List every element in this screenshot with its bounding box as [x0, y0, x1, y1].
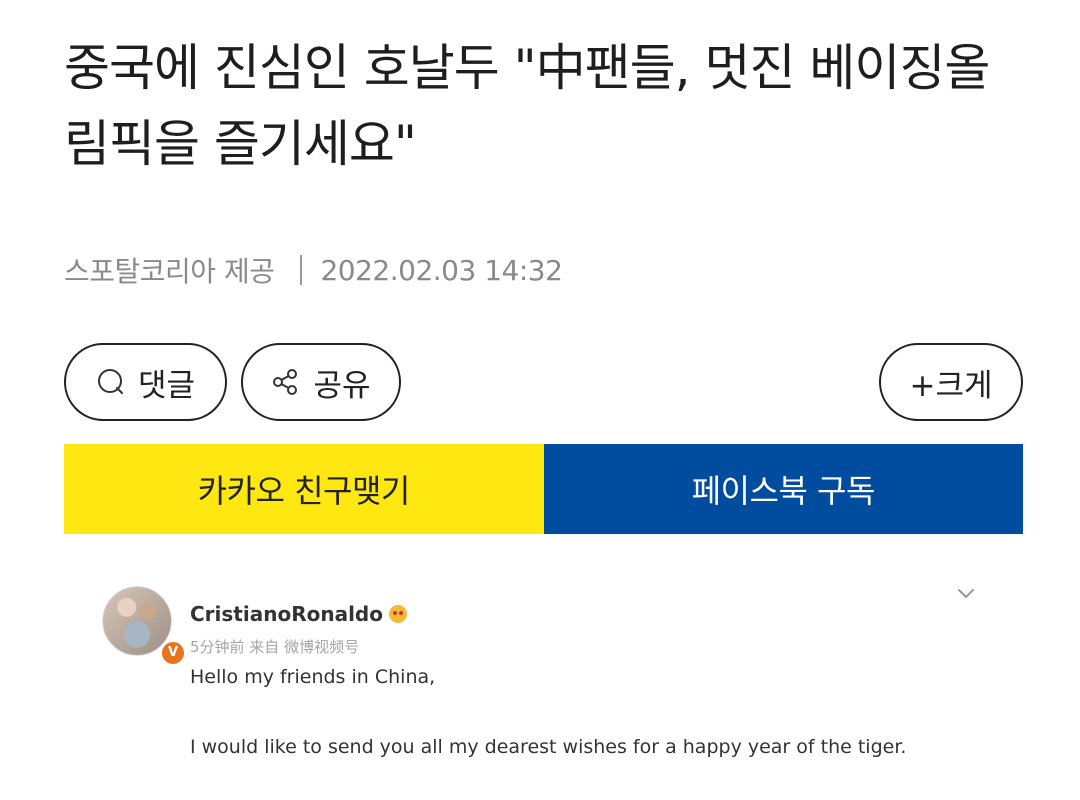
facebook-subscribe-button[interactable]: 페이스북 구독 [543, 444, 1023, 534]
font-size-label: +크게 [909, 367, 993, 404]
emoji-icon [388, 605, 407, 623]
chevron-down-icon[interactable] [954, 586, 978, 602]
post-text-line: Hello my friends in China, [190, 666, 436, 688]
username-text: CristianoRonaldo [190, 602, 383, 626]
kakao-friend-button[interactable]: 카카오 친구맺기 [64, 444, 544, 534]
comment-label: 댓글 [137, 367, 196, 404]
font-size-button[interactable]: +크게 [879, 343, 1023, 421]
post-text-line: I would like to send you all my dearest … [190, 736, 907, 758]
verified-badge-icon: V [160, 640, 186, 666]
share-button[interactable]: 공유 [241, 343, 401, 421]
article-timestamp: 2022.02.03 14:32 [320, 253, 563, 287]
article-meta: 스포탈코리아 제공 2022.02.03 14:32 [64, 250, 563, 290]
share-icon [271, 367, 301, 397]
share-label: 공유 [313, 367, 371, 404]
post-meta: 5分钟前 来自 微博视频号 [190, 638, 360, 656]
meta-divider [300, 255, 303, 285]
comment-icon [96, 367, 126, 397]
article-headline: 중국에 진심인 호날두 "中팬들, 멋진 베이징올림픽을 즐기세요" [64, 39, 990, 173]
subscribe-bar: 카카오 친구맺기 페이스북 구독 [64, 444, 1023, 534]
embedded-weibo-post: V CristianoRonaldo 5分钟前 来自 微博视频号 Hello m… [64, 560, 1023, 800]
article-source: 스포탈코리아 제공 [64, 255, 275, 288]
post-username[interactable]: CristianoRonaldo [190, 602, 407, 626]
comment-button[interactable]: 댓글 [64, 343, 227, 421]
